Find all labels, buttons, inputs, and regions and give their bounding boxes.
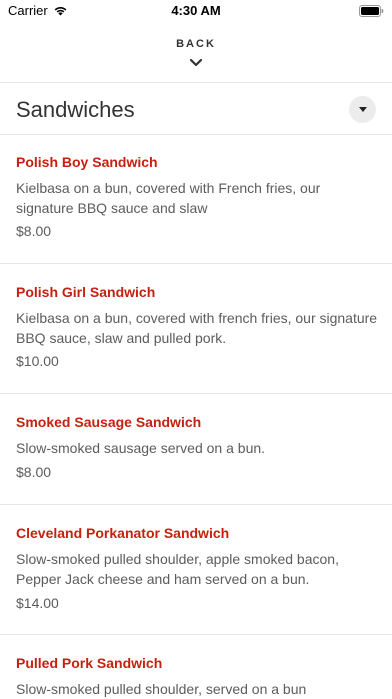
status-bar: Carrier 4:30 AM bbox=[0, 0, 392, 22]
menu-item[interactable]: Cleveland Porkanator Sandwich Slow-smoke… bbox=[0, 505, 392, 633]
menu-item-price: $8.00 bbox=[16, 464, 52, 480]
menu-item[interactable]: Polish Girl Sandwich Kielbasa on a bun, … bbox=[0, 264, 392, 392]
status-time: 4:30 AM bbox=[171, 3, 221, 18]
back-button[interactable]: BACK bbox=[0, 22, 392, 82]
section-header: Sandwiches bbox=[0, 83, 392, 135]
menu-item[interactable]: Polish Boy Sandwich Kielbasa on a bun, c… bbox=[0, 134, 392, 262]
back-label: BACK bbox=[176, 38, 216, 50]
chevron-down-icon bbox=[189, 58, 203, 67]
caret-down-icon bbox=[358, 106, 367, 112]
menu-item[interactable]: Pulled Pork Sandwich Slow-smoked pulled … bbox=[0, 635, 392, 697]
menu-item-price: $8.00 bbox=[16, 223, 52, 239]
menu-item-description: Kielbasa on a bun, covered with French f… bbox=[16, 180, 321, 216]
section-dropdown-button[interactable] bbox=[349, 96, 376, 123]
menu-item-name: Polish Boy Sandwich bbox=[16, 154, 158, 170]
menu-item-name: Smoked Sausage Sandwich bbox=[16, 414, 202, 430]
menu-item-price: $14.00 bbox=[16, 595, 59, 611]
menu-item[interactable]: Smoked Sausage Sandwich Slow-smoked saus… bbox=[0, 394, 392, 504]
menu-item-description: Slow-smoked sausage served on a bun. bbox=[16, 440, 266, 456]
battery-icon bbox=[359, 5, 384, 17]
menu-item-description: Slow-smoked pulled shoulder, apple smoke… bbox=[16, 551, 339, 587]
menu-item-name: Polish Girl Sandwich bbox=[16, 284, 156, 300]
menu-item-name: Cleveland Porkanator Sandwich bbox=[16, 525, 230, 541]
menu-item-name: Pulled Pork Sandwich bbox=[16, 655, 163, 671]
section-title: Sandwiches bbox=[16, 97, 135, 122]
menu-item-description: Kielbasa on a bun, covered with french f… bbox=[16, 310, 378, 346]
menu-item-price: $10.00 bbox=[16, 353, 59, 369]
menu-item-description: Slow-smoked pulled shoulder, served on a… bbox=[16, 681, 307, 697]
